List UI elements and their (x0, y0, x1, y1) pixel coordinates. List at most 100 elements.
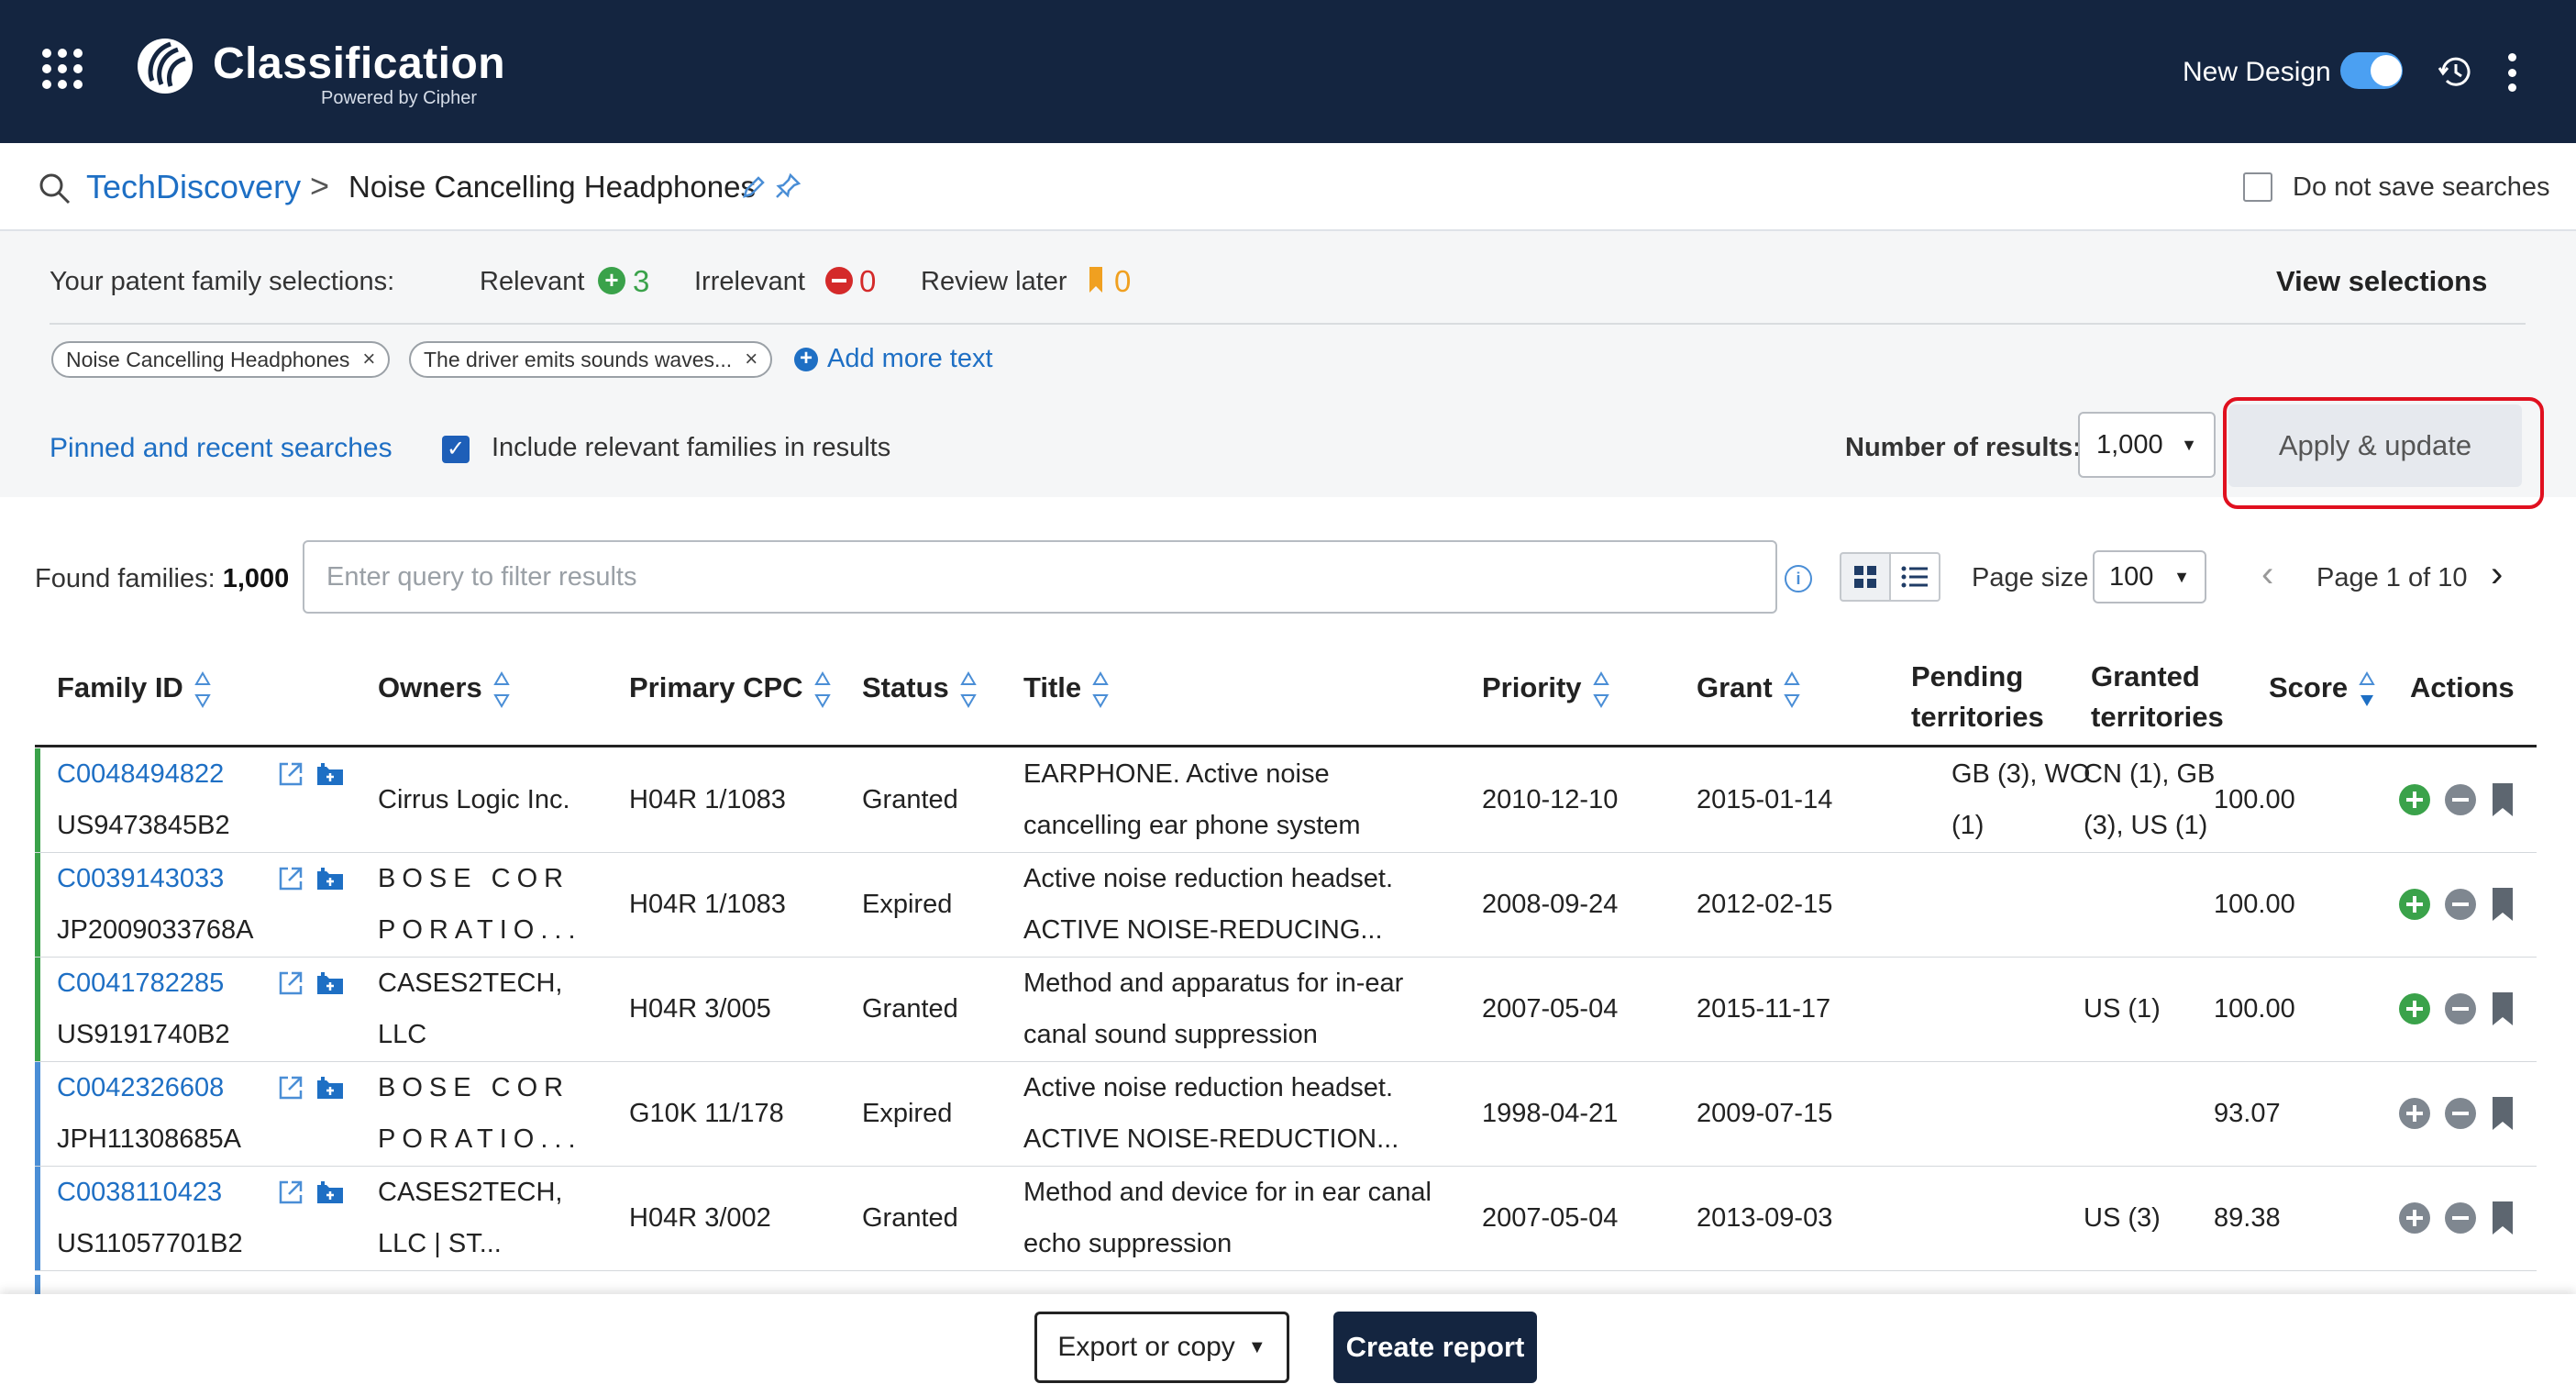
query-chip[interactable]: Noise Cancelling Headphones × (51, 341, 391, 378)
irrelevant-count: 0 (859, 264, 877, 298)
close-icon[interactable]: × (745, 347, 757, 372)
table-row: C0039143033 JP2009033768A BOSE COR PORATIO.… (35, 853, 2537, 958)
family-id-link[interactable]: C0048494822 (57, 748, 224, 800)
brand-title: Classification (213, 39, 506, 88)
mark-irrelevant-icon[interactable] (2445, 1098, 2476, 1129)
page-size-select[interactable]: 100 ▼ (2093, 550, 2206, 603)
history-icon[interactable] (2436, 51, 2476, 92)
column-label: Priority (1482, 671, 1582, 703)
create-report-button[interactable]: Create report (1333, 1312, 1537, 1383)
view-selections-link[interactable]: View selections (2276, 265, 2487, 298)
mark-relevant-icon[interactable] (2399, 1202, 2430, 1234)
mark-irrelevant-icon[interactable] (2445, 993, 2476, 1024)
score-value: 93.07 (2214, 1099, 2281, 1128)
relevant-label: Relevant (480, 267, 585, 296)
review-later-label: Review later (921, 267, 1067, 296)
family-id-link[interactable]: C0039143033 (57, 853, 224, 904)
found-families: Found families: 1,000 (35, 564, 289, 594)
review-later-bookmark-icon[interactable] (2493, 1201, 2513, 1234)
sort-desc-icon[interactable] (2359, 670, 2375, 708)
query-chip[interactable]: The driver emits sounds waves... × (409, 341, 773, 378)
review-later-bookmark-icon[interactable] (2493, 888, 2513, 921)
folder-icon[interactable] (315, 970, 345, 996)
mark-relevant-icon[interactable] (2399, 993, 2430, 1024)
filter-results-input[interactable] (303, 540, 1777, 614)
family-id-link[interactable]: C0041782285 (57, 958, 224, 1009)
number-of-results-select[interactable]: 1,000 ▼ (2078, 412, 2216, 478)
do-not-save-checkbox[interactable] (2243, 172, 2272, 202)
grant-date: 2013-09-03 (1697, 1203, 1833, 1233)
pinned-recent-searches-link[interactable]: Pinned and recent searches (50, 433, 392, 464)
family-id-link[interactable]: C0038110423 (57, 1167, 222, 1218)
info-icon[interactable]: i (1785, 565, 1812, 592)
column-label: territories (2091, 701, 2224, 733)
external-link-icon[interactable] (277, 760, 304, 788)
folder-icon[interactable] (315, 761, 345, 787)
pin-icon[interactable] (774, 172, 802, 200)
next-page-icon[interactable]: › (2491, 554, 2503, 595)
sort-icon[interactable] (960, 670, 977, 708)
grid-icon (1854, 566, 1876, 588)
sort-icon[interactable] (1783, 670, 1800, 708)
title-text: ACTIVE NOISE-REDUCTION... (1023, 1124, 1399, 1154)
column-title[interactable]: Title (1023, 668, 1109, 708)
breadcrumb-separator: > (310, 167, 330, 205)
mark-relevant-icon[interactable] (2399, 889, 2430, 920)
column-owners[interactable]: Owners (378, 668, 510, 708)
column-granted-territories[interactable]: Granted territories (2091, 657, 2224, 737)
column-score[interactable]: Score (2269, 668, 2375, 708)
export-copy-button[interactable]: Export or copy ▼ (1034, 1312, 1289, 1383)
edit-icon[interactable] (741, 174, 767, 200)
column-grant[interactable]: Grant (1697, 668, 1800, 708)
app-launcher-icon[interactable] (42, 49, 83, 89)
folder-icon[interactable] (315, 1179, 345, 1205)
folder-icon[interactable] (315, 1075, 345, 1101)
column-primary-cpc[interactable]: Primary CPC (629, 668, 831, 708)
title-text: EARPHONE. Active noise (1023, 759, 1330, 789)
mark-irrelevant-icon[interactable] (2445, 784, 2476, 815)
owner-name: Cirrus Logic Inc. (378, 785, 570, 814)
review-later-bookmark-icon[interactable] (2493, 1097, 2513, 1130)
row-indicator (35, 1062, 40, 1166)
external-link-icon[interactable] (277, 1074, 304, 1102)
sort-icon[interactable] (194, 670, 211, 708)
close-icon[interactable]: × (362, 347, 375, 372)
row-indicator (35, 1167, 40, 1270)
sort-icon[interactable] (492, 670, 510, 708)
column-status[interactable]: Status (862, 668, 977, 708)
more-options-icon[interactable] (2506, 53, 2517, 92)
sort-icon[interactable] (813, 670, 831, 708)
grant-date: 2012-02-15 (1697, 890, 1833, 919)
add-more-text-button[interactable]: + Add more text (794, 344, 993, 374)
mark-irrelevant-icon[interactable] (2445, 1202, 2476, 1234)
include-relevant-checkbox[interactable]: ✓ (442, 436, 470, 463)
column-family-id[interactable]: Family ID (57, 668, 211, 708)
relevant-count: 3 (633, 264, 650, 298)
column-priority[interactable]: Priority (1482, 668, 1609, 708)
list-view-button[interactable] (1889, 552, 1940, 602)
table-row: C0042326608 JPH11308685A BOSE COR PORATIO..… (35, 1062, 2537, 1167)
grid-view-button[interactable] (1840, 552, 1889, 602)
column-pending-territories[interactable]: Pending territories (1911, 657, 2044, 737)
mark-relevant-icon[interactable] (2399, 1098, 2430, 1129)
external-link-icon[interactable] (277, 969, 304, 997)
external-link-icon[interactable] (277, 1179, 304, 1206)
folder-icon[interactable] (315, 866, 345, 891)
sort-icon[interactable] (1092, 670, 1109, 708)
owner-name: BOSE COR (378, 864, 570, 893)
toggle-knob (2371, 55, 2402, 86)
previous-page-icon[interactable]: ‹ (2261, 554, 2273, 595)
relevant-indicator (35, 853, 40, 957)
family-id-link[interactable]: C0042326608 (57, 1062, 224, 1113)
mark-irrelevant-icon[interactable] (2445, 889, 2476, 920)
title-text: Method and device for in ear canal (1023, 1178, 1432, 1207)
irrelevant-minus-icon (825, 267, 853, 294)
external-link-icon[interactable] (277, 865, 304, 892)
review-later-bookmark-icon[interactable] (2493, 992, 2513, 1025)
sort-icon[interactable] (1592, 670, 1609, 708)
panel-divider (50, 323, 2526, 325)
mark-relevant-icon[interactable] (2399, 784, 2430, 815)
column-label: territories (1911, 701, 2044, 733)
review-later-bookmark-icon[interactable] (2493, 783, 2513, 816)
breadcrumb-techdiscovery[interactable]: TechDiscovery (86, 168, 301, 206)
